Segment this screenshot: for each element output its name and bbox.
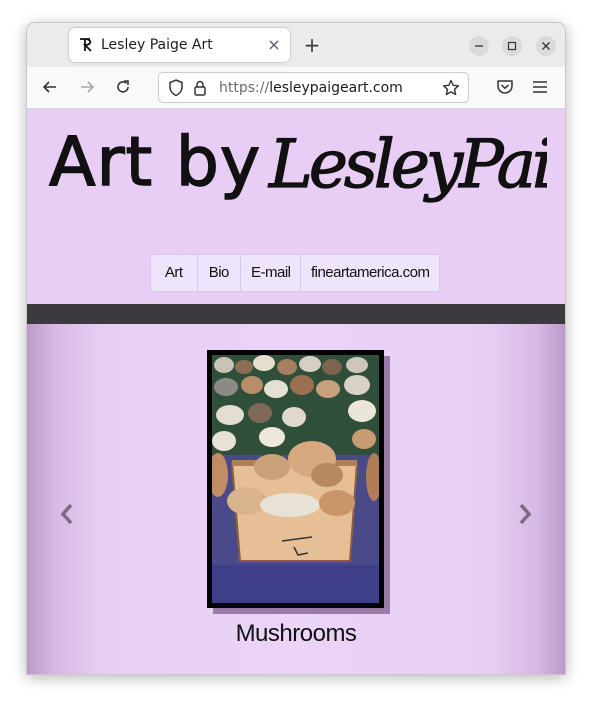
url-text: https://lesleypaigeart.com [219, 80, 403, 96]
site-header: Art by LesleyPaige Art Bio E-mail finear… [27, 109, 565, 304]
artwork-frame[interactable] [207, 350, 384, 608]
svg-text:LesleyPaige: LesleyPaige [268, 126, 547, 203]
nav-art[interactable]: Art [151, 255, 198, 291]
minimize-icon [475, 45, 483, 47]
site-logo[interactable]: Art by LesleyPaige [47, 125, 547, 235]
close-window-button[interactable] [536, 36, 556, 56]
web-page: Art by LesleyPaige Art Bio E-mail finear… [27, 109, 565, 674]
svg-text:Art by: Art by [49, 125, 261, 202]
close-tab-icon[interactable]: × [264, 35, 284, 55]
maximize-button[interactable] [502, 36, 522, 56]
url-host: lesleypaigeart.com [269, 80, 403, 96]
shield-icon[interactable] [168, 79, 184, 97]
favicon-icon [80, 38, 92, 52]
reload-icon[interactable] [113, 77, 133, 97]
nav-email[interactable]: E-mail [241, 255, 302, 291]
hamburger-menu-icon[interactable] [530, 77, 550, 97]
back-arrow-icon[interactable] [40, 77, 60, 97]
url-bar[interactable]: https://lesleypaigeart.com [158, 72, 469, 103]
artwork-caption: Mushrooms [235, 620, 357, 647]
url-scheme: https:// [219, 80, 270, 96]
site-nav-menu: Art Bio E-mail fineartamerica.com [150, 254, 440, 292]
bookmark-star-icon[interactable] [442, 79, 460, 97]
lock-icon[interactable] [193, 79, 207, 97]
chevron-left-icon[interactable] [57, 502, 77, 526]
close-icon [542, 42, 550, 50]
tab-title: Lesley Paige Art [101, 37, 213, 53]
gallery-slideshow: Mushrooms [27, 324, 565, 674]
maximize-icon [507, 41, 517, 51]
new-tab-button[interactable]: + [301, 34, 323, 56]
navigation-toolbar: https://lesleypaigeart.com [27, 67, 565, 109]
nav-fineartamerica[interactable]: fineartamerica.com [301, 255, 439, 291]
nav-bio[interactable]: Bio [198, 255, 242, 291]
forward-arrow-icon[interactable] [77, 77, 97, 97]
pocket-icon[interactable] [495, 77, 515, 97]
header-divider-band [27, 304, 565, 324]
tab-bar: Lesley Paige Art × + [27, 23, 565, 67]
browser-tab[interactable]: Lesley Paige Art × [69, 28, 290, 62]
chevron-right-icon[interactable] [515, 502, 535, 526]
browser-window: Lesley Paige Art × + https://lesleypaige… [26, 22, 566, 675]
minimize-button[interactable] [469, 36, 489, 56]
mushrooms-painting [212, 355, 379, 603]
